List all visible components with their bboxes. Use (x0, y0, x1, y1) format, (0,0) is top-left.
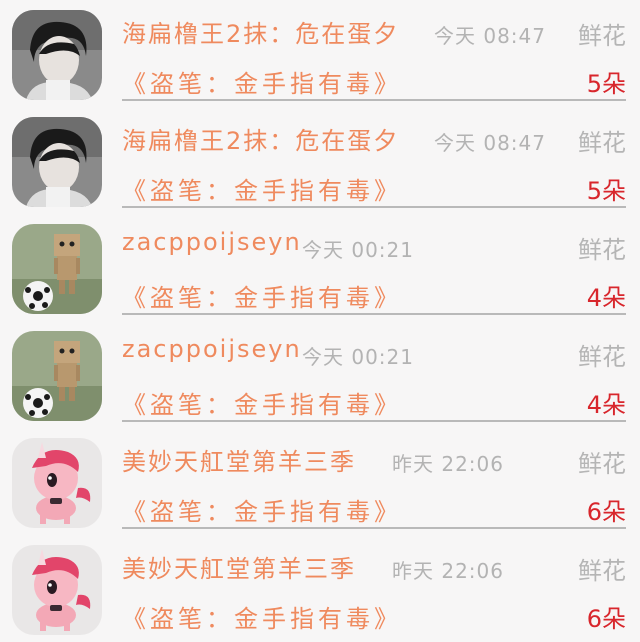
divider (122, 420, 626, 422)
username[interactable]: 美妙天舡堂第羊三季 (122, 549, 356, 584)
list-item[interactable]: 美妙天舡堂第羊三季 昨天 22:06 鲜花 《盗笔：金手指有毒》 6朵 (0, 428, 640, 535)
divider (122, 206, 626, 208)
gift-count: 6朵 (586, 605, 626, 633)
username[interactable]: 美妙天舡堂第羊三季 (122, 442, 356, 477)
timestamp: 今天 00:21 (302, 345, 414, 369)
timestamp: 昨天 22:06 (392, 452, 504, 476)
book-title[interactable]: 《盗笔：金手指有毒》 (122, 278, 402, 313)
list-item[interactable]: 海扁橹王2抹：危在蛋夕 今天 08:47 鲜花 《盗笔：金手指有毒》 5朵 (0, 107, 640, 214)
gift-count: 4朵 (586, 284, 626, 312)
book-title[interactable]: 《盗笔：金手指有毒》 (122, 171, 402, 206)
gift-count: 4朵 (586, 391, 626, 419)
gift-type: 鲜花 (578, 343, 626, 371)
timestamp: 今天 00:21 (302, 238, 414, 262)
username[interactable]: zacppoijseyn (122, 228, 302, 256)
danbo-soccer-avatar-icon[interactable] (12, 331, 102, 421)
gift-list: 海扁橹王2抹：危在蛋夕 今天 08:47 鲜花 《盗笔：金手指有毒》 5朵 海扁… (0, 0, 640, 635)
divider (122, 527, 626, 529)
gift-count: 6朵 (586, 498, 626, 526)
divider (122, 313, 626, 315)
gift-type: 鲜花 (578, 557, 626, 585)
divider (122, 99, 626, 101)
danbo-soccer-avatar-icon[interactable] (12, 224, 102, 314)
gift-type: 鲜花 (578, 450, 626, 478)
username[interactable]: 海扁橹王2抹：危在蛋夕 (122, 14, 399, 49)
book-title[interactable]: 《盗笔：金手指有毒》 (122, 599, 402, 634)
list-item[interactable]: 海扁橹王2抹：危在蛋夕 今天 08:47 鲜花 《盗笔：金手指有毒》 5朵 (0, 0, 640, 107)
photo-avatar-icon[interactable] (12, 117, 102, 207)
list-item[interactable]: 美妙天舡堂第羊三季 昨天 22:06 鲜花 《盗笔：金手指有毒》 6朵 (0, 535, 640, 642)
gift-type: 鲜花 (578, 236, 626, 264)
gift-type: 鲜花 (578, 129, 626, 157)
list-item[interactable]: zacppoijseyn 今天 00:21 鲜花 《盗笔：金手指有毒》 4朵 (0, 214, 640, 321)
book-title[interactable]: 《盗笔：金手指有毒》 (122, 385, 402, 420)
book-title[interactable]: 《盗笔：金手指有毒》 (122, 492, 402, 527)
photo-avatar-icon[interactable] (12, 10, 102, 100)
timestamp: 今天 08:47 (434, 131, 546, 155)
timestamp: 昨天 22:06 (392, 559, 504, 583)
pink-unicorn-avatar-icon[interactable] (12, 545, 102, 635)
gift-count: 5朵 (586, 177, 626, 205)
timestamp: 今天 08:47 (434, 24, 546, 48)
username[interactable]: zacppoijseyn (122, 335, 302, 363)
list-item[interactable]: zacppoijseyn 今天 00:21 鲜花 《盗笔：金手指有毒》 4朵 (0, 321, 640, 428)
username[interactable]: 海扁橹王2抹：危在蛋夕 (122, 121, 399, 156)
pink-unicorn-avatar-icon[interactable] (12, 438, 102, 528)
gift-count: 5朵 (586, 70, 626, 98)
book-title[interactable]: 《盗笔：金手指有毒》 (122, 64, 402, 99)
gift-type: 鲜花 (578, 22, 626, 50)
